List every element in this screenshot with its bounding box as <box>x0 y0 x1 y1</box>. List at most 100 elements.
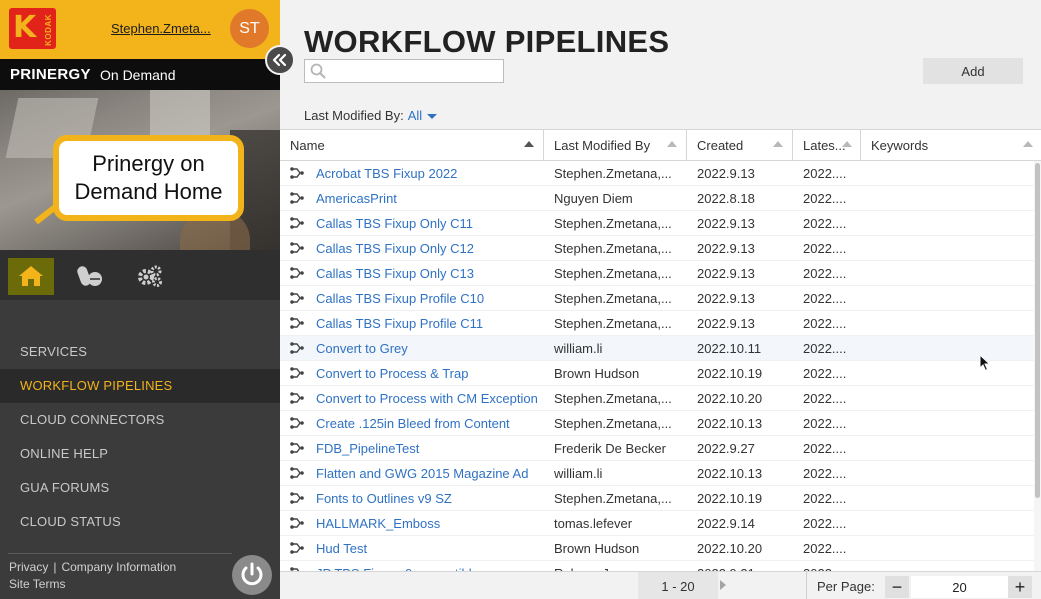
workflow-icon <box>290 392 304 404</box>
created-cell: 2022.10.11 <box>697 341 762 356</box>
column-header-latest[interactable]: Lates... <box>793 130 861 161</box>
sort-icon[interactable] <box>667 141 677 147</box>
pipeline-name-link[interactable]: Convert to Process with CM Exception <box>316 386 544 411</box>
table-row[interactable]: Fonts to Outlines v9 SZ Stephen.Zmetana,.… <box>280 486 1034 511</box>
sidebar-item-gua-forums[interactable]: GUA FORUMS <box>0 471 280 505</box>
power-icon <box>241 562 263 586</box>
search-input[interactable] <box>304 59 504 83</box>
kodak-logo[interactable]: K KODAK <box>9 8 56 49</box>
sidebar-item-online-help[interactable]: ONLINE HELP <box>0 437 280 471</box>
pipeline-name-link[interactable]: AmericasPrint <box>316 186 544 211</box>
per-page-decrement-button[interactable]: − <box>885 576 909 598</box>
table-row[interactable]: AmericasPrint Nguyen Diem 2022.8.18 2022...… <box>280 186 1034 211</box>
filter-value-dropdown[interactable]: All <box>408 108 422 123</box>
main-content: WORKFLOW PIPELINES Add Last Modified By:… <box>280 0 1041 599</box>
per-page-value[interactable]: 20 <box>911 576 1008 598</box>
page-range: 1 - 20 <box>638 572 718 599</box>
table-row[interactable]: JP TBS Fixup v9 compatible Robson James 20… <box>280 561 1034 571</box>
add-button[interactable]: Add <box>923 58 1023 84</box>
per-page-increment-button[interactable]: + <box>1008 576 1032 598</box>
pipeline-name-link[interactable]: Flatten and GWG 2015 Magazine Ad <box>316 461 544 486</box>
table-row[interactable]: Flatten and GWG 2015 Magazine Ad william.… <box>280 461 1034 486</box>
column-header-last-modified-by[interactable]: Last Modified By <box>544 130 687 161</box>
created-cell: 2022.9.21 <box>697 561 787 571</box>
created-cell: 2022.9.13 <box>697 291 755 306</box>
last-modified-by-cell: william.li <box>554 466 603 481</box>
home-button[interactable] <box>8 258 54 295</box>
pills-icon[interactable] <box>77 264 103 288</box>
table-row[interactable]: HALLMARK_Emboss tomas.lefever 2022.9.14 202… <box>280 511 1034 536</box>
created-cell: 2022.9.13 <box>697 316 755 331</box>
pipeline-name-link[interactable]: Callas TBS Fixup Only C11 <box>316 211 544 236</box>
privacy-link[interactable]: Privacy <box>9 560 48 574</box>
page-title: WORKFLOW PIPELINES <box>304 24 670 59</box>
vertical-scrollbar[interactable] <box>1034 161 1041 571</box>
brand-bar: PRINERGY On Demand <box>0 59 280 90</box>
workflow-icon <box>290 242 304 254</box>
latest-cell: 2022.... <box>803 191 847 206</box>
table-row[interactable]: Callas TBS Fixup Only C13 Stephen.Zmetana… <box>280 261 1034 286</box>
table-row[interactable]: Callas TBS Fixup Profile C10 Stephen.Zmet… <box>280 286 1034 311</box>
column-header-keywords[interactable]: Keywords <box>861 130 1041 161</box>
workflow-icon <box>290 467 304 479</box>
pipeline-name-link[interactable]: Convert to Grey <box>316 336 544 361</box>
table-row[interactable]: Callas TBS Fixup Only C12 Stephen.Zmetana… <box>280 236 1034 261</box>
latest-cell: 2022.... <box>803 166 847 181</box>
pipeline-name-link[interactable]: HALLMARK_Emboss <box>316 511 544 536</box>
kodak-k-mark: K <box>13 10 37 45</box>
table-row[interactable]: Convert to Process with CM Exception Step… <box>280 386 1034 411</box>
site-terms-link[interactable]: Site Terms <box>9 577 65 591</box>
last-modified-by-cell: william.li <box>554 341 603 356</box>
per-page-label: Per Page: <box>817 579 875 594</box>
sort-asc-icon[interactable] <box>524 141 534 147</box>
top-bar: K KODAK Stephen.Zmeta... ST <box>0 0 280 59</box>
workflow-icon <box>290 217 304 229</box>
next-page-icon[interactable] <box>720 580 726 590</box>
created-cell: 2022.8.18 <box>697 191 755 206</box>
pipeline-name-link[interactable]: Callas TBS Fixup Profile C10 <box>316 286 544 311</box>
avatar[interactable]: ST <box>230 9 269 48</box>
gears-icon[interactable] <box>137 264 163 288</box>
table-row[interactable]: Acrobat TBS Fixup 2022 Stephen.Zmetana,..… <box>280 161 1034 186</box>
table-row[interactable]: Callas TBS Fixup Only C11 Stephen.Zmetana… <box>280 211 1034 236</box>
pipeline-name-link[interactable]: Fonts to Outlines v9 SZ <box>316 486 544 511</box>
pipeline-name-link[interactable]: Acrobat TBS Fixup 2022 <box>316 161 544 186</box>
collapse-sidebar-button[interactable] <box>265 45 295 75</box>
table-row[interactable]: Convert to Process & Trap Brown Hudson 202… <box>280 361 1034 386</box>
sort-icon[interactable] <box>773 141 783 147</box>
pipeline-name-link[interactable]: Callas TBS Fixup Profile C11 <box>316 311 544 336</box>
footer-divider <box>8 553 232 554</box>
sidebar-item-workflow-pipelines[interactable]: WORKFLOW PIPELINES <box>0 369 280 403</box>
table-row[interactable]: Convert to Grey william.li 2022.10.11 2022.… <box>280 336 1034 361</box>
pipeline-name-link[interactable]: Create .125in Bleed from Content <box>316 411 544 436</box>
sidebar-item-services[interactable]: SERVICES <box>0 335 280 369</box>
column-header-created[interactable]: Created <box>687 130 793 161</box>
sort-icon[interactable] <box>1023 141 1033 147</box>
username-link[interactable]: Stephen.Zmeta... <box>111 21 211 36</box>
column-header-name[interactable]: Name <box>280 130 544 161</box>
sort-icon[interactable] <box>842 141 852 147</box>
pipeline-name-link[interactable]: JP TBS Fixup v9 compatible <box>316 561 544 571</box>
created-cell: 2022.9.13 <box>697 241 755 256</box>
table-row[interactable]: Callas TBS Fixup Profile C11 Stephen.Zmet… <box>280 311 1034 336</box>
power-button[interactable] <box>232 555 272 595</box>
company-info-link[interactable]: Company Information <box>61 560 176 574</box>
scrollbar-thumb[interactable] <box>1035 163 1040 498</box>
last-modified-by-cell: Brown Hudson <box>554 541 640 556</box>
table-row[interactable]: Hud Test Brown Hudson 2022.10.20 2022.... <box>280 536 1034 561</box>
chevron-down-icon[interactable] <box>427 114 438 120</box>
pipeline-name-link[interactable]: FDB_PipelineTest <box>316 436 544 461</box>
sidebar-item-cloud-status[interactable]: CLOUD STATUS <box>0 505 280 539</box>
table-row[interactable]: Create .125in Bleed from Content Stephen.… <box>280 411 1034 436</box>
pipeline-name-link[interactable]: Hud Test <box>316 536 544 561</box>
sidebar-item-cloud-connectors[interactable]: CLOUD CONNECTORS <box>0 403 280 437</box>
pager-prev-area <box>280 572 638 599</box>
created-cell: 2022.9.27 <box>697 441 755 456</box>
pipeline-name-link[interactable]: Callas TBS Fixup Only C13 <box>316 261 544 286</box>
pipeline-name-link[interactable]: Convert to Process & Trap <box>316 361 544 386</box>
pagination-bar: 1 - 20 Per Page: − 20 + <box>280 571 1041 599</box>
pipeline-name-link[interactable]: Callas TBS Fixup Only C12 <box>316 236 544 261</box>
table-row[interactable]: FDB_PipelineTest Frederik De Becker 2022.9… <box>280 436 1034 461</box>
callout-line-2: Demand Home <box>74 179 223 204</box>
table-header: Name Last Modified By Created Lates... K… <box>280 130 1041 161</box>
